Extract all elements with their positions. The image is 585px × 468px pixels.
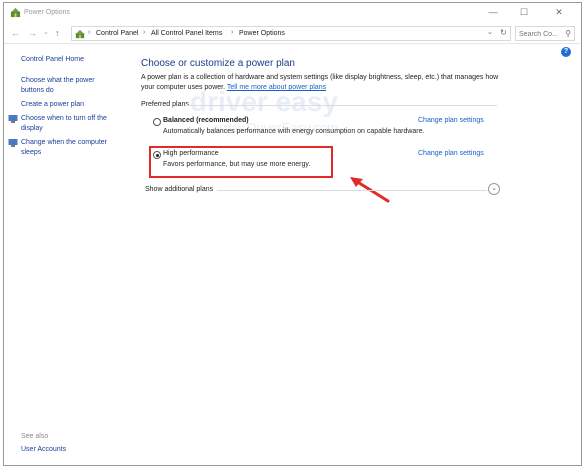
plan-description: Automatically balances performance with … [163,128,425,135]
change-plan-settings-link[interactable]: Change plan settings [418,117,484,124]
chevron-down-icon[interactable]: ⌄ [488,183,500,195]
back-arrow-icon[interactable]: ← [11,27,20,39]
title-bar: Power Options — ☐ ✕ [4,3,581,23]
breadcrumb-power-options[interactable]: Power Options [239,30,285,37]
minimize-button[interactable]: — [479,6,507,19]
breadcrumb-control-panel[interactable]: Control Panel [96,30,138,37]
plan-title: Balanced [163,117,195,124]
divider [217,190,487,191]
page-description: A power plan is a collection of hardware… [141,73,501,93]
breadcrumb-separator: › [231,29,234,36]
close-button[interactable]: ✕ [545,6,573,19]
control-panel-home-link[interactable]: Control Panel Home [21,55,84,65]
power-options-icon [10,7,21,18]
search-input[interactable] [519,29,561,39]
up-arrow-icon[interactable]: ↑ [55,27,60,39]
maximize-button[interactable]: ☐ [510,6,538,19]
search-icon[interactable]: ⚲ [565,29,571,38]
breadcrumb-separator: › [143,29,146,36]
breadcrumb-separator: › [88,29,91,36]
tell-me-more-link[interactable]: Tell me more about power plans [227,84,326,91]
balanced-radio[interactable] [153,118,161,126]
page-title: Choose or customize a power plan [141,58,295,69]
user-accounts-link[interactable]: User Accounts [21,445,66,455]
plan-name: Balanced (recommended) [163,117,249,124]
forward-arrow-icon[interactable]: → [28,27,37,39]
address-bar: ← → ⌄ ↑ › Control Panel › All Control Pa… [4,24,581,44]
red-arrow-annotation [350,177,390,203]
show-additional-plans[interactable]: Show additional plans [145,186,213,193]
control-panel-icon [75,29,85,39]
address-dropdown-icon[interactable]: ⌄ [487,28,493,36]
turn-off-display-link[interactable]: Choose when to turn off the display [21,114,121,134]
refresh-icon[interactable]: ↻ [500,28,507,37]
search-box[interactable]: ⚲ [515,26,575,41]
power-buttons-link[interactable]: Choose what the power buttons do [21,76,111,96]
computer-sleeps-link[interactable]: Change when the computer sleeps [21,138,121,158]
help-icon[interactable]: ? [561,47,571,57]
sleep-shield-icon [8,139,18,147]
plan-suffix: (recommended) [196,117,249,124]
main-content: Choose or customize a power plan A power… [141,45,501,245]
change-plan-settings-link[interactable]: Change plan settings [418,150,484,157]
breadcrumb[interactable]: › Control Panel › All Control Panel Item… [71,26,511,41]
preferred-plans-label: Preferred plans [141,101,189,108]
highlight-box [149,146,333,178]
display-shield-icon [8,115,18,123]
breadcrumb-all-items[interactable]: All Control Panel Items [151,30,222,37]
window-title: Power Options [24,9,70,16]
left-pane: Control Panel Home Choose what the power… [4,45,134,465]
create-power-plan-link[interactable]: Create a power plan [21,100,84,110]
divider [185,105,497,106]
window: Power Options — ☐ ✕ ← → ⌄ ↑ › Control Pa… [3,2,582,466]
recent-locations-icon[interactable]: ⌄ [43,27,49,39]
see-also-label: See also [21,433,49,440]
